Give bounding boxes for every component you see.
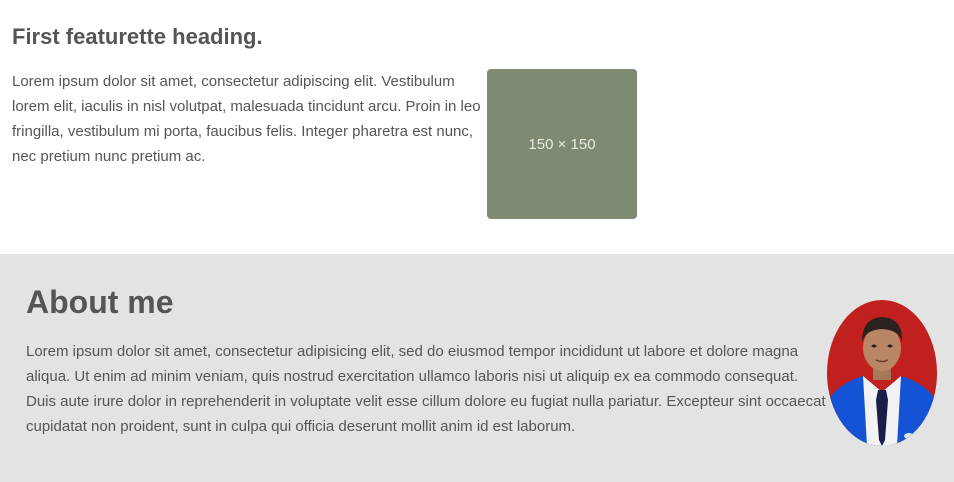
person-photo-icon: [827, 300, 937, 446]
placeholder-label: 150 × 150: [528, 135, 596, 153]
featurette-section: First featurette heading. Lorem ipsum do…: [0, 0, 954, 254]
featurette-heading: First featurette heading.: [12, 24, 263, 49]
featurette-text: Lorem ipsum dolor sit amet, consectetur …: [12, 73, 481, 165]
about-section: About me Lorem ipsum dolor sit amet, con…: [0, 254, 954, 482]
placeholder-image: 150 × 150: [487, 69, 637, 219]
about-heading: About me: [26, 284, 174, 320]
avatar: [827, 300, 937, 446]
about-text: Lorem ipsum dolor sit amet, consectetur …: [26, 343, 826, 435]
